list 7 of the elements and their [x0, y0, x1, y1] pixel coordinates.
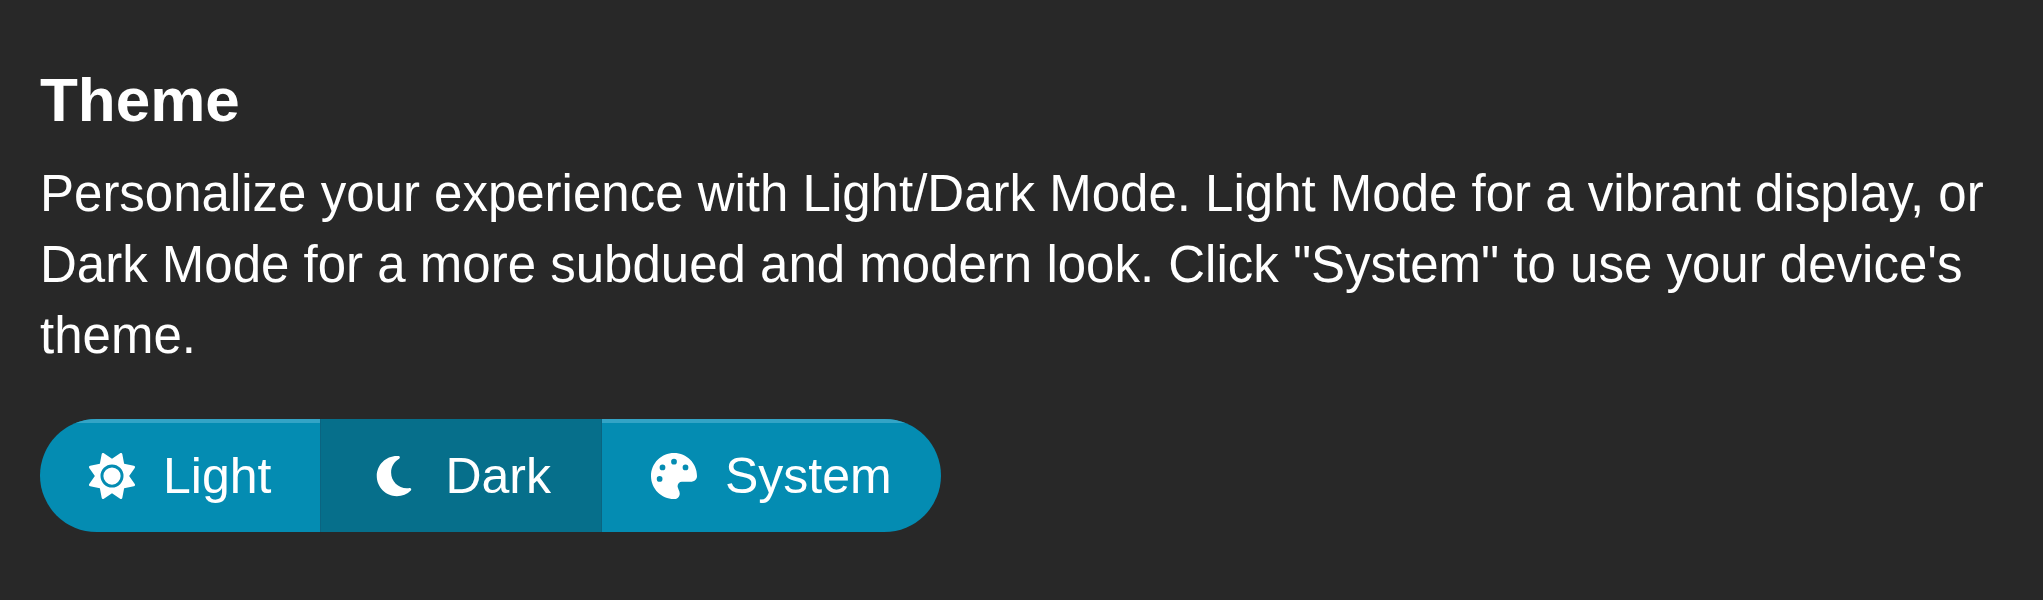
sun-icon — [89, 452, 135, 499]
theme-toggle-button[interactable]: System — [602, 419, 941, 532]
theme-toggle-button[interactable]: Dark — [320, 419, 602, 532]
theme-toggle-button[interactable]: Light — [40, 419, 321, 532]
section-title: Theme — [40, 64, 241, 136]
section-description: Personalize your experience with Light/Dark Mode. Light Mode for a vibrant display, or Dark Mode for a more subdued and modern look. Click "System" to use your device's theme. — [40, 164, 1985, 366]
palette-icon — [651, 452, 697, 499]
